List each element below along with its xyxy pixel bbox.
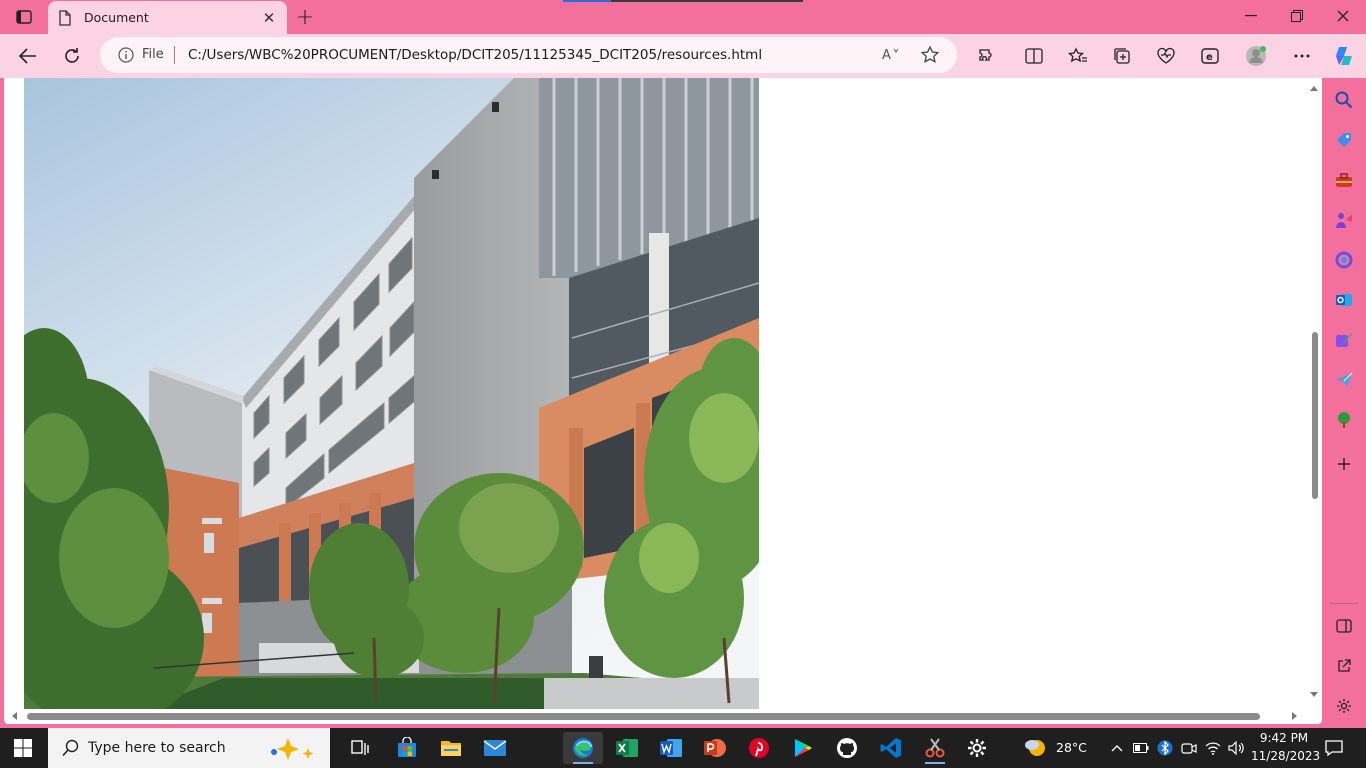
- word-icon[interactable]: [651, 732, 691, 764]
- browser-essentials-icon[interactable]: [1152, 42, 1180, 70]
- tab-actions-icon[interactable]: [10, 6, 38, 28]
- powerpoint-icon[interactable]: [695, 732, 735, 764]
- scroll-right-arrow-icon[interactable]: [1292, 712, 1297, 720]
- loading-accent-bar: [563, 0, 803, 2]
- meet-now-icon[interactable]: [1181, 740, 1197, 756]
- google-play-icon[interactable]: [783, 732, 823, 764]
- search-placeholder: Type here to search: [88, 740, 226, 756]
- add-icon[interactable]: [1334, 454, 1354, 474]
- pinterest-icon[interactable]: [739, 732, 779, 764]
- vertical-scrollbar[interactable]: [1306, 78, 1322, 709]
- extensions-icon[interactable]: [972, 42, 1000, 70]
- notifications-icon[interactable]: [1325, 739, 1343, 757]
- microsoft-store-icon[interactable]: [387, 732, 427, 764]
- split-panel-icon[interactable]: [1334, 616, 1354, 636]
- vertical-scroll-thumb[interactable]: [1312, 332, 1318, 499]
- browser-tab[interactable]: Document ✕: [48, 1, 287, 34]
- battery-icon[interactable]: [1133, 740, 1149, 756]
- clock-time[interactable]: 9:42 PM: [1258, 731, 1310, 745]
- edge-icon[interactable]: [563, 732, 603, 764]
- favorite-star-icon[interactable]: [920, 45, 940, 65]
- taskbar-search-box[interactable]: Type here to search: [48, 728, 330, 768]
- split-screen-icon[interactable]: [1020, 42, 1048, 70]
- horizontal-scroll-thumb[interactable]: [27, 713, 1260, 720]
- more-options-icon[interactable]: [1288, 42, 1316, 70]
- profile-avatar-icon[interactable]: [1242, 42, 1270, 70]
- read-aloud-icon[interactable]: A: [882, 46, 900, 66]
- browser-toolbar: File C:/Users/WBC%20PROCUMENT/Desktop/DC…: [0, 34, 1366, 78]
- excel-icon[interactable]: [607, 732, 647, 764]
- info-icon[interactable]: [118, 47, 134, 63]
- snipping-tool-icon[interactable]: [915, 732, 955, 764]
- toolbox-icon[interactable]: [1334, 170, 1354, 190]
- restore-icon[interactable]: [1274, 4, 1320, 28]
- close-tab-icon[interactable]: ✕: [261, 9, 277, 27]
- edge-sidebar: [1322, 78, 1366, 724]
- document-icon: [58, 9, 72, 26]
- windows-start-icon[interactable]: [14, 739, 32, 757]
- minimize-icon[interactable]: [1228, 4, 1274, 28]
- scroll-down-arrow-icon[interactable]: [1310, 692, 1318, 697]
- tag-icon[interactable]: [1334, 130, 1354, 150]
- settings-gear-icon[interactable]: [957, 732, 997, 764]
- search-icon[interactable]: [1334, 90, 1354, 110]
- search-icon: [62, 739, 80, 761]
- svg-text:A: A: [882, 48, 891, 62]
- scheme-label: File: [142, 47, 164, 62]
- bluetooth-icon[interactable]: [1157, 740, 1173, 756]
- outlook-icon[interactable]: [1334, 290, 1354, 310]
- copilot-apps-icon[interactable]: [1334, 250, 1354, 270]
- collections-icon[interactable]: [1108, 42, 1136, 70]
- vscode-icon[interactable]: [871, 732, 911, 764]
- external-link-icon[interactable]: [1334, 656, 1354, 676]
- favorites-icon[interactable]: [1064, 42, 1092, 70]
- url-text[interactable]: C:/Users/WBC%20PROCUMENT/Desktop/DCIT205…: [188, 47, 762, 63]
- address-divider: [174, 46, 175, 64]
- clock-date[interactable]: 11/28/2023: [1251, 749, 1320, 763]
- mail-icon[interactable]: [475, 732, 515, 764]
- edge-workspace-icon[interactable]: e: [1196, 42, 1224, 70]
- scroll-up-arrow-icon[interactable]: [1310, 86, 1318, 91]
- tab-strip: Document ✕ +: [0, 0, 1366, 34]
- sidebar-divider: [1330, 603, 1358, 604]
- close-window-icon[interactable]: [1320, 4, 1366, 28]
- svg-text:e: e: [1206, 52, 1213, 63]
- copilot-icon[interactable]: [1330, 42, 1358, 70]
- horizontal-scrollbar[interactable]: [4, 709, 1322, 724]
- refresh-icon[interactable]: [58, 42, 86, 70]
- address-bar[interactable]: File C:/Users/WBC%20PROCUMENT/Desktop/DC…: [100, 37, 957, 73]
- scroll-left-arrow-icon[interactable]: [12, 712, 17, 720]
- search-highlight-icon[interactable]: [264, 736, 324, 766]
- github-icon[interactable]: [827, 732, 867, 764]
- weather-icon[interactable]: [1022, 737, 1048, 763]
- show-hidden-icons-chevron-icon[interactable]: [1109, 740, 1125, 756]
- send-icon[interactable]: [1334, 370, 1354, 390]
- weather-temperature[interactable]: 28°C: [1056, 740, 1087, 755]
- settings-icon[interactable]: [1334, 696, 1354, 716]
- tab-title: Document: [84, 10, 149, 25]
- volume-icon[interactable]: [1228, 740, 1244, 756]
- designer-icon[interactable]: [1334, 330, 1354, 350]
- web-content-viewport[interactable]: [4, 78, 1322, 724]
- task-view-icon[interactable]: [340, 732, 380, 764]
- new-tab-icon[interactable]: +: [293, 5, 317, 30]
- wifi-icon[interactable]: [1205, 740, 1221, 756]
- games-icon[interactable]: [1334, 210, 1354, 230]
- back-icon[interactable]: [14, 42, 42, 70]
- tree-icon[interactable]: [1334, 410, 1354, 430]
- building-photo: [24, 78, 759, 709]
- file-explorer-icon[interactable]: [431, 732, 471, 764]
- windows-taskbar: Type here to search 28°C 9:42 PM 11/28/2…: [0, 728, 1366, 768]
